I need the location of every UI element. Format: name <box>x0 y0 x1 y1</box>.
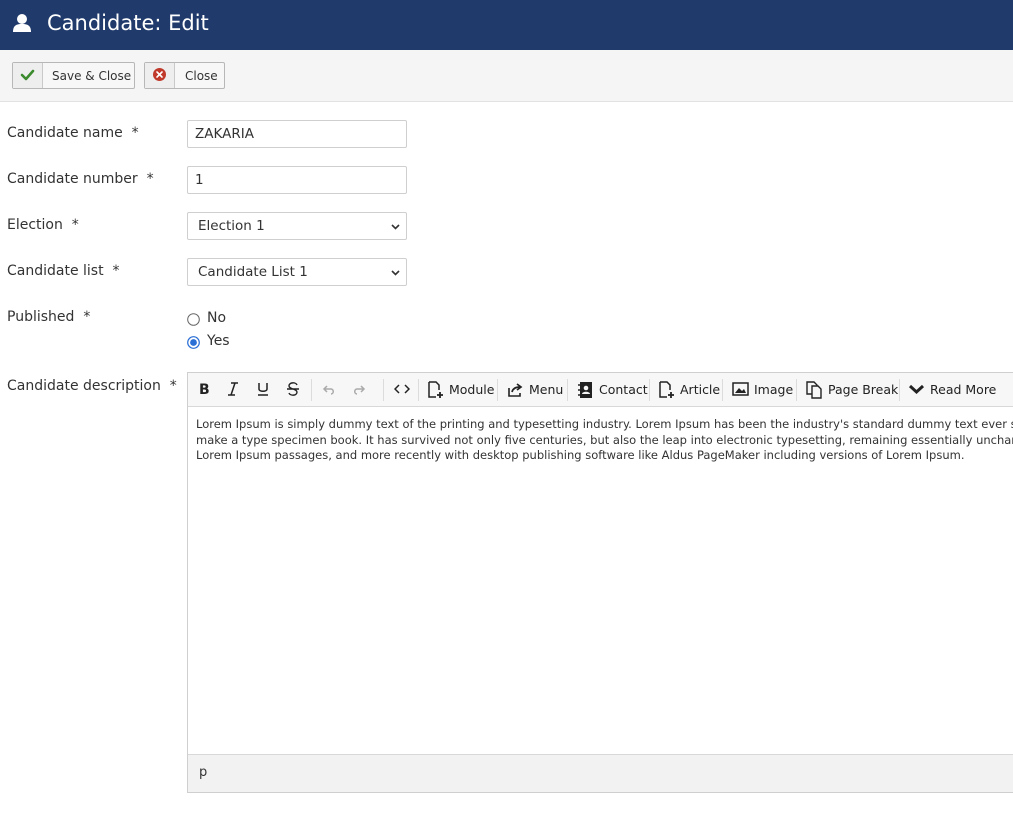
module-button[interactable]: Module <box>427 380 495 400</box>
required-star: * <box>169 378 177 394</box>
save-close-label: Save & Close <box>52 69 132 83</box>
candidate-name-label: Candidate name * <box>7 125 139 141</box>
candidate-name-label-text: Candidate name <box>7 125 123 141</box>
article-button[interactable]: Article <box>658 380 720 400</box>
candidate-number-label-text: Candidate number <box>7 171 138 187</box>
save-close-button[interactable]: Save & Close <box>12 62 135 89</box>
address-book-icon <box>578 382 592 398</box>
module-button-label: Module <box>449 382 495 397</box>
candidate-list-value: Candidate List 1 <box>198 264 308 280</box>
bold-icon: B <box>199 382 210 397</box>
toolbar-divider <box>567 379 568 401</box>
close-circle-icon <box>145 63 175 88</box>
file-add-icon <box>659 381 674 398</box>
candidate-name-value: ZAKARIA <box>195 126 254 142</box>
election-value: Election 1 <box>198 218 265 234</box>
paragraph-line: Lorem Ipsum is simply dummy text of the … <box>196 417 1013 431</box>
file-add-icon <box>428 381 443 398</box>
source-code-button[interactable] <box>394 380 410 400</box>
contact-button[interactable]: Contact <box>578 380 648 400</box>
toolbar-divider <box>649 379 650 401</box>
italic-icon <box>228 382 238 396</box>
underline-icon <box>258 383 268 396</box>
page-title: Candidate: Edit <box>47 11 209 35</box>
contact-button-label: Contact <box>599 382 648 397</box>
published-label-text: Published <box>7 309 75 325</box>
close-label: Close <box>185 69 218 83</box>
required-star: * <box>83 309 91 325</box>
chevron-down-icon <box>391 224 400 230</box>
editor-toolbar: B Module Menu Contact Article Image Page… <box>188 373 1013 407</box>
image-button-label: Image <box>754 382 794 397</box>
share-icon <box>508 383 523 397</box>
close-button[interactable]: Close <box>144 62 225 89</box>
menu-button[interactable]: Menu <box>506 380 564 400</box>
editor-statusbar: p <box>188 754 1013 792</box>
page-break-button[interactable]: Page Break <box>806 380 898 400</box>
read-more-button[interactable]: Read More <box>908 380 996 400</box>
candidate-number-value: 1 <box>195 172 204 188</box>
paragraph-line: make a type specimen book. It has surviv… <box>196 432 1013 447</box>
editor-content[interactable]: Lorem Ipsum is simply dummy text of the … <box>196 417 1013 464</box>
undo-icon <box>322 385 334 395</box>
candidate-list-select[interactable]: Candidate List 1 <box>187 258 407 286</box>
toolbar-divider <box>311 379 312 401</box>
strikethrough-icon <box>287 382 299 396</box>
svg-text:B: B <box>199 382 210 397</box>
toolbar-divider <box>383 379 384 401</box>
redo-icon <box>354 385 366 395</box>
redo-button[interactable] <box>352 380 366 400</box>
read-more-button-label: Read More <box>930 382 997 397</box>
election-label: Election * <box>7 217 79 233</box>
paragraph-line: Lorem Ipsum passages, and more recently … <box>196 448 965 462</box>
user-icon <box>13 14 31 32</box>
candidate-list-label-text: Candidate list <box>7 263 104 279</box>
published-no-radio[interactable] <box>187 313 200 326</box>
required-star: * <box>146 171 154 187</box>
candidate-list-label: Candidate list * <box>7 263 120 279</box>
candidate-description-label-text: Candidate description <box>7 378 161 394</box>
undo-button[interactable] <box>322 380 336 400</box>
toolbar-divider <box>796 379 797 401</box>
element-path[interactable]: p <box>199 765 207 780</box>
toolbar-divider <box>418 379 419 401</box>
image-button[interactable]: Image <box>732 380 794 400</box>
page-break-button-label: Page Break <box>828 382 899 397</box>
underline-button[interactable] <box>256 380 270 400</box>
menu-button-label: Menu <box>529 382 564 397</box>
page-header: Candidate: Edit <box>0 0 1013 50</box>
bold-button[interactable]: B <box>198 380 212 400</box>
candidate-name-input[interactable]: ZAKARIA <box>187 120 407 148</box>
candidate-description-label: Candidate description * <box>7 378 177 394</box>
image-icon <box>732 382 749 396</box>
election-label-text: Election <box>7 217 63 233</box>
candidate-number-label: Candidate number * <box>7 171 154 187</box>
chevron-down-icon <box>391 270 400 276</box>
published-yes-radio[interactable] <box>187 336 200 349</box>
required-star: * <box>71 217 79 233</box>
toolbar-divider <box>899 379 900 401</box>
code-icon <box>394 384 410 394</box>
toolbar-divider <box>722 379 723 401</box>
chevron-down-icon <box>908 384 925 395</box>
election-select[interactable]: Election 1 <box>187 212 407 240</box>
published-yes-label[interactable]: Yes <box>207 333 230 349</box>
italic-button[interactable] <box>226 380 240 400</box>
copy-icon <box>806 381 822 399</box>
published-label: Published * <box>7 309 90 325</box>
published-no-label[interactable]: No <box>207 310 226 326</box>
candidate-number-input[interactable]: 1 <box>187 166 407 194</box>
toolbar-divider <box>497 379 498 401</box>
strikethrough-button[interactable] <box>286 380 300 400</box>
rich-text-editor: B Module Menu Contact Article Image Page… <box>187 372 1013 793</box>
check-icon <box>13 63 43 88</box>
required-star: * <box>131 125 139 141</box>
required-star: * <box>112 263 120 279</box>
article-button-label: Article <box>680 382 721 397</box>
action-toolbar: Save & Close Close <box>0 50 1013 102</box>
